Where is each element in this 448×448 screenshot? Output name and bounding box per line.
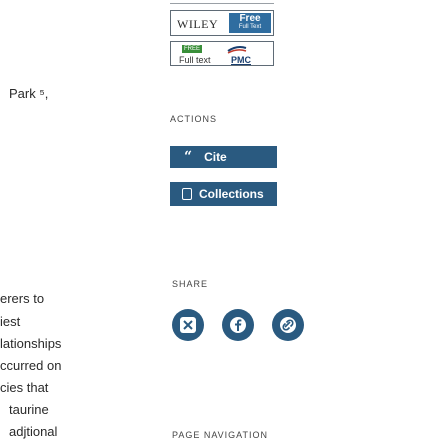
text-fragment: adjtional (9, 424, 58, 439)
share-heading: SHARE (172, 279, 209, 289)
cite-button[interactable]: “ Cite (170, 146, 277, 168)
text-fragment: lationships (0, 336, 62, 351)
actions-heading: ACTIONS (170, 114, 218, 124)
share-facebook-button[interactable] (222, 309, 254, 341)
facebook-icon (230, 317, 246, 333)
wiley-badge-sub: Full Text (238, 24, 262, 30)
text-fragment: iest (0, 314, 21, 329)
wiley-free-badge: Free Full Text (229, 13, 271, 33)
full-text-label: Full text (179, 55, 211, 65)
bookmark-icon (182, 188, 192, 200)
share-x-button[interactable] (172, 309, 204, 341)
link-icon (280, 317, 296, 333)
top-divider (170, 3, 274, 4)
article-text: Park ⁵, erers to iest lationships ccurre… (0, 0, 90, 448)
text-fragment: ccurred on (0, 358, 62, 373)
pmc-label: PMC (231, 55, 251, 65)
share-link-button[interactable] (272, 309, 304, 341)
free-tag: FREE (182, 45, 202, 53)
collections-button[interactable]: Collections (170, 182, 277, 206)
wiley-logo: WILEY (177, 17, 219, 31)
pmc-logo-icon (227, 46, 247, 54)
quote-icon: “ (184, 149, 193, 165)
wiley-badge-main: Free (239, 13, 261, 24)
text-fragment: taurine (9, 402, 49, 417)
wiley-full-text-link[interactable]: WILEY Free Full Text (170, 10, 274, 36)
cite-label: Cite (204, 150, 227, 164)
text-fragment: erers to (0, 291, 45, 306)
text-fragment: cies that (0, 380, 49, 395)
collections-label: Collections (199, 187, 264, 201)
x-icon (180, 317, 196, 333)
text-fragment: Park ⁵, (9, 86, 49, 101)
pmc-full-text-link[interactable]: FREE Full text PMC (170, 41, 274, 66)
page-navigation-heading: PAGE NAVIGATION (172, 430, 269, 440)
